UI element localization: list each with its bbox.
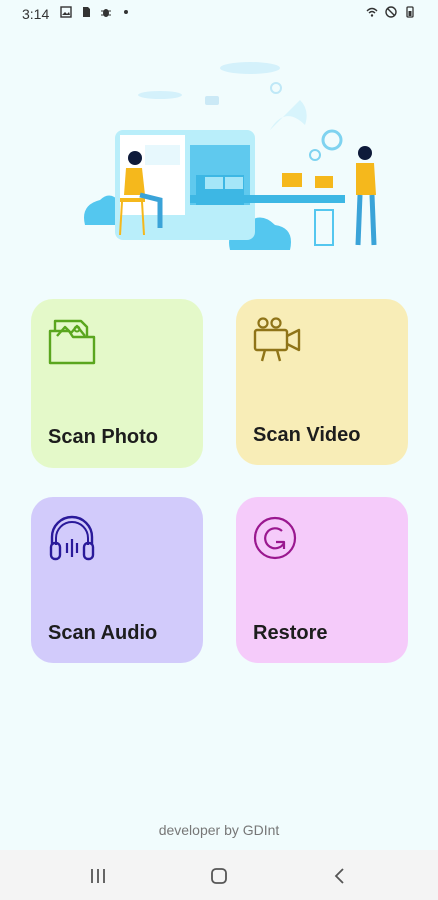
status-time: 3:14 — [22, 6, 50, 22]
scan-audio-label: Scan Audio — [48, 622, 158, 644]
status-bar: 3:14 — [0, 0, 438, 28]
scan-video-label: Scan Video — [253, 424, 361, 446]
battery-icon — [406, 6, 414, 18]
headphones-icon — [49, 515, 95, 561]
recents-icon[interactable] — [88, 866, 108, 886]
home-icon[interactable] — [209, 866, 229, 886]
video-camera-icon — [253, 317, 301, 362]
do-not-disturb-icon — [385, 6, 397, 18]
scan-audio-card[interactable]: Scan Audio — [31, 497, 203, 663]
restore-card[interactable]: Restore — [236, 497, 408, 663]
restore-icon — [253, 516, 297, 560]
wifi-icon — [366, 7, 378, 17]
photo-folder-icon — [48, 319, 96, 365]
scan-photo-label: Scan Photo — [48, 426, 159, 448]
hero-illustration — [84, 62, 377, 250]
scan-video-card[interactable]: Scan Video — [236, 299, 408, 465]
dot-icon — [124, 10, 128, 14]
restore-label: Restore — [253, 622, 328, 644]
footer-credit: developer by GDInt — [158, 822, 280, 838]
navigation-bar — [0, 850, 438, 900]
bug-icon — [101, 9, 111, 17]
image-icon — [60, 6, 72, 18]
scan-photo-card[interactable]: Scan Photo — [31, 299, 203, 468]
sim-icon — [83, 7, 90, 17]
back-icon[interactable] — [330, 866, 350, 886]
